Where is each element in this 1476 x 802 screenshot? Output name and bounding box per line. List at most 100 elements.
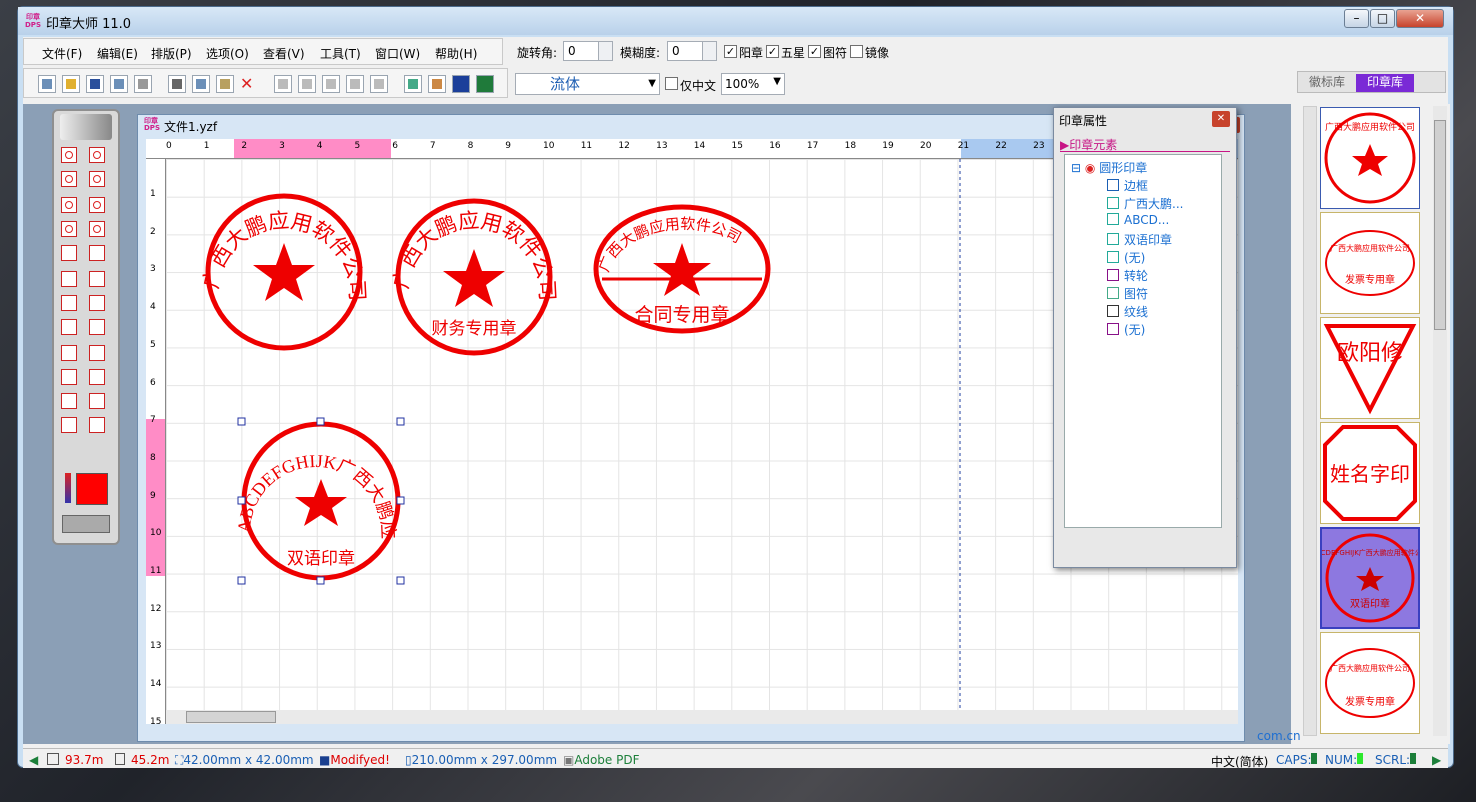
menu-edit[interactable]: 编辑(E) (97, 45, 138, 62)
tool-oval4-icon[interactable] (89, 221, 105, 237)
tool-block5-icon[interactable] (61, 369, 77, 385)
menu-view[interactable]: 查看(V) (263, 45, 305, 62)
tool-oval-icon[interactable] (61, 197, 77, 213)
library-item-2[interactable]: 广西大鹏应用软件公司 发票专用章 (1320, 212, 1420, 314)
menu-help[interactable]: 帮助(H) (435, 45, 477, 62)
tool-block10-icon[interactable] (89, 417, 105, 433)
align-bottom-icon[interactable] (370, 75, 388, 93)
cut-icon[interactable] (168, 75, 186, 93)
seal-circle-1[interactable]: 广西大鹏应用软件公司 (199, 193, 370, 351)
align-center-icon[interactable] (298, 75, 316, 93)
tool-grid-icon[interactable] (61, 245, 77, 261)
tree-node-text3[interactable]: 双语印章 (1107, 231, 1172, 248)
tree-node-text1[interactable]: 广西大鹏... (1107, 195, 1183, 212)
tool-block3-icon[interactable] (61, 345, 77, 361)
library-scrollbar[interactable] (1433, 106, 1447, 736)
align-right-icon[interactable] (322, 75, 340, 93)
word-icon[interactable] (452, 75, 470, 93)
svg-text:双语印章: 双语印章 (287, 549, 355, 569)
print-preview-icon[interactable] (110, 75, 128, 93)
menu-window[interactable]: 窗口(W) (375, 45, 420, 62)
tool-square-icon[interactable] (61, 271, 77, 287)
copy-icon[interactable] (192, 75, 210, 93)
zoom-select[interactable]: 100% ▼ (721, 73, 785, 95)
blur-input[interactable]: 0 (667, 41, 717, 61)
tool-block9-icon[interactable] (61, 417, 77, 433)
seal-color-swatch[interactable] (76, 473, 108, 505)
positive-seal-checkbox[interactable]: ✓ (724, 45, 737, 58)
tool-block4-icon[interactable] (89, 345, 105, 361)
tool-circle-line2-icon[interactable] (89, 171, 105, 187)
tool-oval3-icon[interactable] (61, 221, 77, 237)
color-gradient[interactable] (65, 473, 71, 503)
menu-options[interactable]: 选项(O) (206, 45, 249, 62)
delete-icon[interactable]: ✕ (240, 75, 258, 93)
tool-block7-icon[interactable] (61, 393, 77, 409)
tool-switch-icon[interactable] (62, 515, 110, 533)
tool-circle-seal-icon[interactable] (89, 147, 105, 163)
library-item-5-selected[interactable]: ABCDEFGHIJK广西大鹏应用软件公司双语印章 (1311, 527, 1429, 629)
tool-square2-icon[interactable] (89, 271, 105, 287)
mirror-checkbox[interactable] (850, 45, 863, 58)
rotation-input[interactable]: 0 (563, 41, 613, 61)
library-splitter[interactable] (1303, 106, 1317, 736)
library-item-4[interactable]: 姓名字印 (1320, 422, 1420, 524)
menu-layout[interactable]: 排版(P) (151, 45, 192, 62)
eye-icon[interactable] (60, 114, 112, 140)
excel-icon[interactable] (476, 75, 494, 93)
scroll-left-icon[interactable]: ◀ (29, 753, 38, 767)
scroll-right-icon[interactable]: ▶ (1432, 753, 1441, 767)
tree-node-pattern[interactable]: 纹线 (1107, 303, 1148, 320)
tool-block2-icon[interactable] (89, 319, 105, 335)
align-top-icon[interactable] (346, 75, 364, 93)
ruler-top-label: 12 (618, 141, 630, 151)
close-button[interactable]: ✕ (1396, 9, 1444, 28)
library-item-6[interactable]: 广西大鹏应用软件公司 发票专用章 (1320, 632, 1420, 734)
tree-node-symbol[interactable]: 图符 (1107, 285, 1148, 302)
tool-triangle-icon[interactable] (89, 295, 105, 311)
library-item-3[interactable]: 欧阳修 (1320, 317, 1420, 419)
tool-block-icon[interactable] (61, 319, 77, 335)
ruler-left-label: 6 (150, 377, 156, 388)
tree-node-root[interactable]: ⊟ ◉ 圆形印章 (1071, 159, 1147, 176)
tab-emblem-library[interactable]: 徽标库 (1300, 74, 1354, 92)
tool-grid2-icon[interactable] (89, 245, 105, 261)
tree-node-border[interactable]: 边框 (1107, 177, 1148, 194)
font-select[interactable]: 流体 ▼ (515, 73, 660, 95)
tree-node-number[interactable]: (无) (1107, 321, 1145, 338)
paste-icon[interactable] (216, 75, 234, 93)
library-item-1[interactable]: 广西大鹏应用软件公司 (1320, 107, 1420, 209)
properties-close-button[interactable]: ✕ (1212, 111, 1230, 127)
ruler-top-label: 18 (844, 141, 857, 151)
menu-tools[interactable]: 工具(T) (320, 45, 361, 62)
person-icon[interactable] (428, 75, 446, 93)
print-icon[interactable] (134, 75, 152, 93)
ruler-top-label: 17 (806, 141, 819, 151)
tab-seal-library[interactable]: 印章库 (1356, 74, 1414, 92)
open-folder-icon[interactable] (62, 75, 80, 93)
save-icon[interactable] (86, 75, 104, 93)
tool-block6-icon[interactable] (89, 369, 105, 385)
tool-diamond-icon[interactable] (61, 295, 77, 311)
seal-oval-contract[interactable]: 广西大鹏应用软件公司 合同专用章 (593, 204, 771, 334)
maximize-button[interactable]: □ (1370, 9, 1395, 28)
horizontal-scrollbar[interactable] (166, 710, 1238, 724)
export-icon[interactable] (404, 75, 422, 93)
tool-oval2-icon[interactable] (89, 197, 105, 213)
tool-block8-icon[interactable] (89, 393, 105, 409)
symbol-checkbox[interactable]: ✓ (808, 45, 821, 58)
tool-circle-line-icon[interactable] (61, 171, 77, 187)
chinese-only-checkbox[interactable] (665, 77, 678, 90)
star-checkbox[interactable]: ✓ (766, 45, 779, 58)
align-left-icon[interactable] (274, 75, 292, 93)
seal-circle-2[interactable]: 广西大鹏应用软件公司 财务专用章 (389, 198, 560, 356)
tree-node-text2[interactable]: ABCD... (1107, 213, 1169, 227)
title-bar[interactable]: 印章 DPS 印章大师 11.0 – □ ✕ (18, 7, 1453, 35)
properties-title: 印章属性 (1059, 114, 1108, 128)
menu-file[interactable]: 文件(F) (42, 45, 82, 62)
tree-node-wheel[interactable]: 转轮 (1107, 267, 1148, 284)
new-file-icon[interactable] (38, 75, 56, 93)
tree-node-text4[interactable]: (无) (1107, 249, 1145, 266)
minimize-button[interactable]: – (1344, 9, 1369, 28)
tool-circle-star-icon[interactable] (61, 147, 77, 163)
